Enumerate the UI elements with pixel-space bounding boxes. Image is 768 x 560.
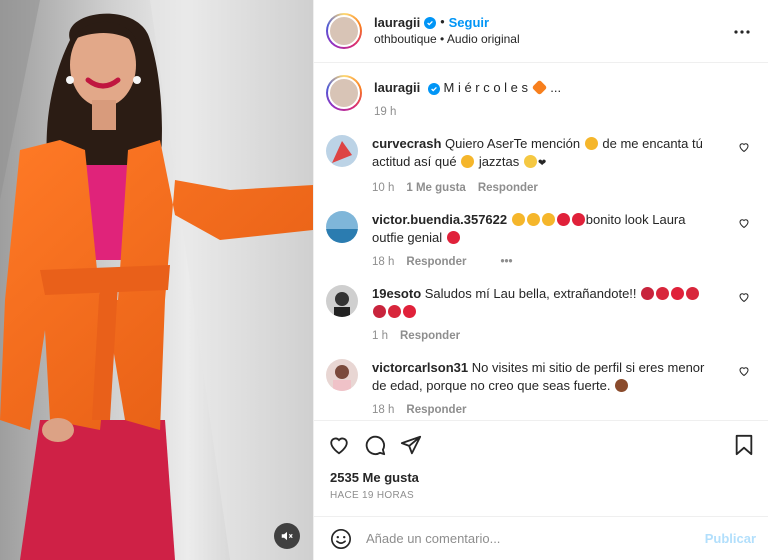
author-username[interactable]: lauragii <box>374 14 420 31</box>
post-media[interactable] <box>0 0 313 560</box>
comment-time: 10 h <box>372 182 395 194</box>
comment-text: Saludos mí Lau bella, extrañandote!! <box>424 286 637 301</box>
caption-username[interactable]: lauragii <box>374 80 420 95</box>
audio-subtitle[interactable]: othboutique • Audio original <box>374 31 520 48</box>
reply-button[interactable]: Responder <box>406 401 466 419</box>
like-button[interactable] <box>328 434 350 456</box>
kiss-emoji <box>656 287 670 300</box>
bookmark-icon[interactable] <box>734 434 754 456</box>
kiss-emoji <box>388 305 401 318</box>
heart-icon[interactable] <box>738 365 750 377</box>
heart-icon[interactable] <box>738 291 750 303</box>
post-timestamp: HACE 19 HORAS <box>330 490 414 501</box>
red-heart-emoji <box>446 231 460 244</box>
cool-emoji <box>461 155 475 168</box>
reply-button[interactable]: Responder <box>406 253 466 271</box>
author-avatar[interactable] <box>326 13 362 49</box>
follow-button[interactable]: Seguir <box>449 14 489 31</box>
comment-item: 19esoto Saludos mí Lau bella, extrañando… <box>326 285 752 345</box>
post-details: lauragii • Seguir othboutique • Audio or… <box>313 0 768 560</box>
emoji-icon[interactable] <box>330 528 352 550</box>
comment-username[interactable]: 19esoto <box>372 286 421 301</box>
comment-time: 18 h <box>372 404 395 416</box>
comment-avatar[interactable] <box>326 135 358 167</box>
comment-text: Quiero AserTe mención <box>445 136 581 151</box>
orange-heart-emoji <box>531 79 547 96</box>
post-photo <box>0 0 313 560</box>
heart-eyes-emoji <box>541 213 555 226</box>
heart-eyes-emoji <box>511 213 525 226</box>
person-gesturing-emoji <box>615 379 629 392</box>
comment-options-button[interactable]: ••• <box>500 253 512 271</box>
comment-username[interactable]: curvecrash <box>372 136 441 151</box>
caption-avatar[interactable] <box>326 75 362 111</box>
comment-username[interactable]: victor.buendia.357622 <box>372 212 507 227</box>
comment-composer: Publicar <box>314 516 768 560</box>
comment-item: curvecrash Quiero AserTe mención de me e… <box>326 135 752 197</box>
instagram-post: lauragii • Seguir othboutique • Audio or… <box>0 0 768 560</box>
comment-item: victor.buendia.357622 bonito look Laura … <box>326 211 752 271</box>
comment-likes[interactable]: 1 Me gusta <box>406 179 465 197</box>
publish-button[interactable]: Publicar <box>705 531 756 546</box>
caption-suffix: ... <box>550 80 562 95</box>
action-bar <box>314 420 768 468</box>
reply-button[interactable]: Responder <box>400 327 460 345</box>
comment-avatar[interactable] <box>326 211 358 243</box>
verified-icon <box>427 83 440 95</box>
verified-icon <box>424 16 437 29</box>
more-icon[interactable] <box>732 22 752 42</box>
comment-time: 18 h <box>372 256 395 268</box>
comment-icon <box>365 435 386 455</box>
heart-icon[interactable] <box>738 217 750 229</box>
heart-icon <box>330 437 348 454</box>
comment-input[interactable] <box>366 531 705 546</box>
caption-text: M i é r c o l e s <box>443 80 529 95</box>
comment-avatar[interactable] <box>326 359 358 391</box>
likes-count[interactable]: 2535 Me gusta <box>314 468 768 490</box>
smile-emoji <box>584 137 598 150</box>
share-icon <box>400 435 422 454</box>
heart-eyes-emoji <box>526 213 540 226</box>
comment-username[interactable]: victorcarlson31 <box>372 360 468 375</box>
comment-time: 1 h <box>372 330 388 342</box>
share-button[interactable] <box>400 434 422 456</box>
post-header: lauragii • Seguir othboutique • Audio or… <box>314 0 768 63</box>
comments-list[interactable]: lauragii M i é r c o l e s ... 19 h curv… <box>314 63 768 420</box>
comment-text: jazztas <box>478 154 520 169</box>
red-heart-emoji <box>403 305 416 318</box>
heart-icon[interactable] <box>738 141 750 153</box>
comment-avatar[interactable] <box>326 285 358 317</box>
separator: • <box>440 15 445 29</box>
red-heart-emoji <box>571 213 585 226</box>
rose-emoji <box>373 305 386 318</box>
red-heart-emoji <box>556 213 570 226</box>
black-heart-emoji: ❤ <box>537 158 547 169</box>
reply-button[interactable]: Responder <box>478 179 538 197</box>
smirk-emoji <box>523 155 537 168</box>
mute-icon <box>281 531 293 541</box>
caption: lauragii M i é r c o l e s ... 19 h <box>326 75 752 121</box>
mute-button[interactable] <box>274 523 300 549</box>
caption-time: 19 h <box>374 106 397 118</box>
comment-button[interactable] <box>364 434 386 456</box>
kiss-emoji <box>686 287 700 300</box>
rose-emoji <box>641 287 655 300</box>
comment-item: victorcarlson31 No visites mi sitio de p… <box>326 359 752 419</box>
red-heart-emoji <box>671 287 685 300</box>
